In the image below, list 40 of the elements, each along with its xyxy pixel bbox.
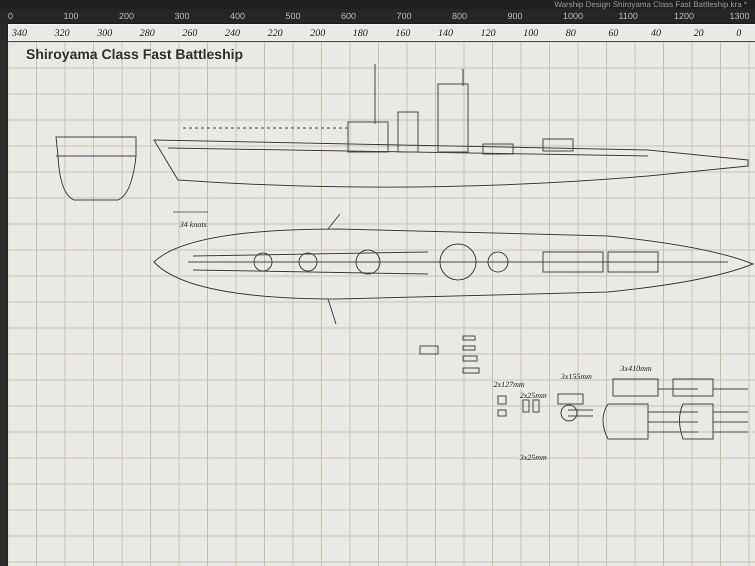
scale-mark: 40 — [651, 27, 661, 41]
scale-mark: 60 — [608, 27, 618, 41]
ruler-label: 300 — [174, 10, 190, 23]
ruler-label: 900 — [508, 10, 523, 23]
ruler-label: 200 — [119, 10, 134, 23]
scale-mark: 300 — [97, 27, 112, 41]
note-text: 3x25mm — [520, 452, 547, 464]
ruler-label: 800 — [452, 10, 468, 23]
ruler-label: 100 — [64, 10, 79, 23]
scale-mark: 20 — [694, 27, 704, 41]
scale-mark: 120 — [480, 27, 496, 41]
scale-mark: 320 — [54, 27, 70, 41]
note-text: 3x410mm — [620, 362, 652, 375]
scale-mark: 0 — [736, 27, 742, 41]
scale-mark: 180 — [352, 27, 368, 41]
note-text: 3x155mm — [560, 370, 592, 383]
ruler-label: 600 — [341, 10, 356, 23]
ruler-label: 400 — [230, 10, 246, 23]
scale-mark: 200 — [310, 27, 326, 41]
ruler-label: 0 — [8, 10, 14, 23]
scale-mark: 140 — [438, 27, 453, 41]
scale-mark: 340 — [12, 27, 27, 41]
ruler-label: 700 — [396, 10, 412, 23]
note-text: 2x25mm — [520, 390, 547, 402]
scale-mark: 220 — [268, 27, 283, 41]
scale-mark: 100 — [523, 27, 538, 41]
ruler-label: 1300 — [730, 10, 750, 23]
ruler-label: 1000 — [563, 10, 584, 23]
note-text: 2x127mm — [494, 379, 525, 391]
scale-mark: 260 — [182, 27, 198, 41]
ruler-label: 500 — [286, 10, 301, 23]
scale-mark: 160 — [395, 27, 410, 41]
drawing-title: Shiroyama Class Fast Battleship — [26, 45, 244, 64]
note-text: 34 knots — [180, 219, 207, 232]
ruler-label: 1100 — [618, 10, 638, 23]
ruler-label: 1200 — [674, 10, 694, 23]
window-title: Warship Design Shiroyama Class Fast Battleship.kra * — [554, 0, 747, 9]
scale-mark: 240 — [225, 27, 240, 41]
scale-mark: 80 — [566, 27, 576, 41]
scale-mark: 280 — [140, 27, 155, 41]
